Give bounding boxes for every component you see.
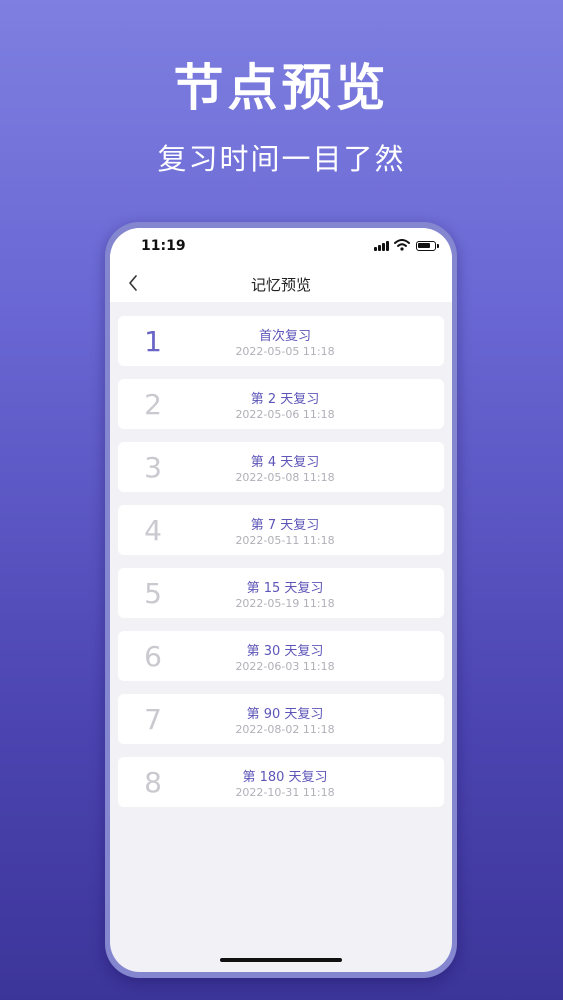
- status-bar: 11:19: [110, 228, 452, 264]
- review-item[interactable]: 2 第 2 天复习 2022-05-06 11:18: [118, 379, 444, 429]
- review-date: 2022-08-02 11:18: [235, 723, 335, 736]
- review-item[interactable]: 8 第 180 天复习 2022-10-31 11:18: [118, 757, 444, 807]
- review-item[interactable]: 3 第 4 天复习 2022-05-08 11:18: [118, 442, 444, 492]
- review-title: 首次复习: [258, 329, 311, 344]
- review-item[interactable]: 1 首次复习 2022-05-05 11:18: [118, 316, 444, 366]
- signal-icon: [374, 241, 390, 251]
- review-date: 2022-05-08 11:18: [235, 471, 335, 484]
- review-item[interactable]: 6 第 30 天复习 2022-06-03 11:18: [118, 631, 444, 681]
- battery-icon: [416, 241, 439, 251]
- promo-headline: 节点预览: [173, 59, 390, 117]
- phone-screen: 11:19 记忆预览 1 首次复习 2022-05-05 11:18 2 第 2…: [110, 228, 452, 972]
- review-title: 第 180 天复习: [242, 770, 328, 785]
- review-list: 1 首次复习 2022-05-05 11:18 2 第 2 天复习 2022-0…: [118, 316, 444, 820]
- home-indicator[interactable]: [220, 958, 342, 962]
- review-date: 2022-05-06 11:18: [235, 408, 335, 421]
- review-title: 第 15 天复习: [246, 581, 324, 596]
- review-date: 2022-05-05 11:18: [235, 345, 335, 358]
- review-date: 2022-05-19 11:18: [235, 597, 335, 610]
- nav-title: 记忆预览: [250, 276, 311, 294]
- review-title: 第 4 天复习: [250, 455, 320, 470]
- review-item[interactable]: 5 第 15 天复习 2022-05-19 11:18: [118, 568, 444, 618]
- review-title: 第 7 天复习: [250, 518, 320, 533]
- review-date: 2022-05-11 11:18: [235, 534, 335, 547]
- review-title: 第 90 天复习: [246, 707, 324, 722]
- wifi-icon: [394, 239, 410, 251]
- promo-subline: 复习时间一目了然: [157, 142, 406, 176]
- status-time: 11:19: [141, 238, 186, 254]
- nav-bar: 记忆预览: [110, 264, 452, 302]
- review-date: 2022-06-03 11:18: [235, 660, 335, 673]
- review-title: 第 30 天复习: [246, 644, 324, 659]
- review-title: 第 2 天复习: [250, 392, 320, 407]
- review-date: 2022-10-31 11:18: [235, 786, 335, 799]
- review-item[interactable]: 7 第 90 天复习 2022-08-02 11:18: [118, 694, 444, 744]
- review-item[interactable]: 4 第 7 天复习 2022-05-11 11:18: [118, 505, 444, 555]
